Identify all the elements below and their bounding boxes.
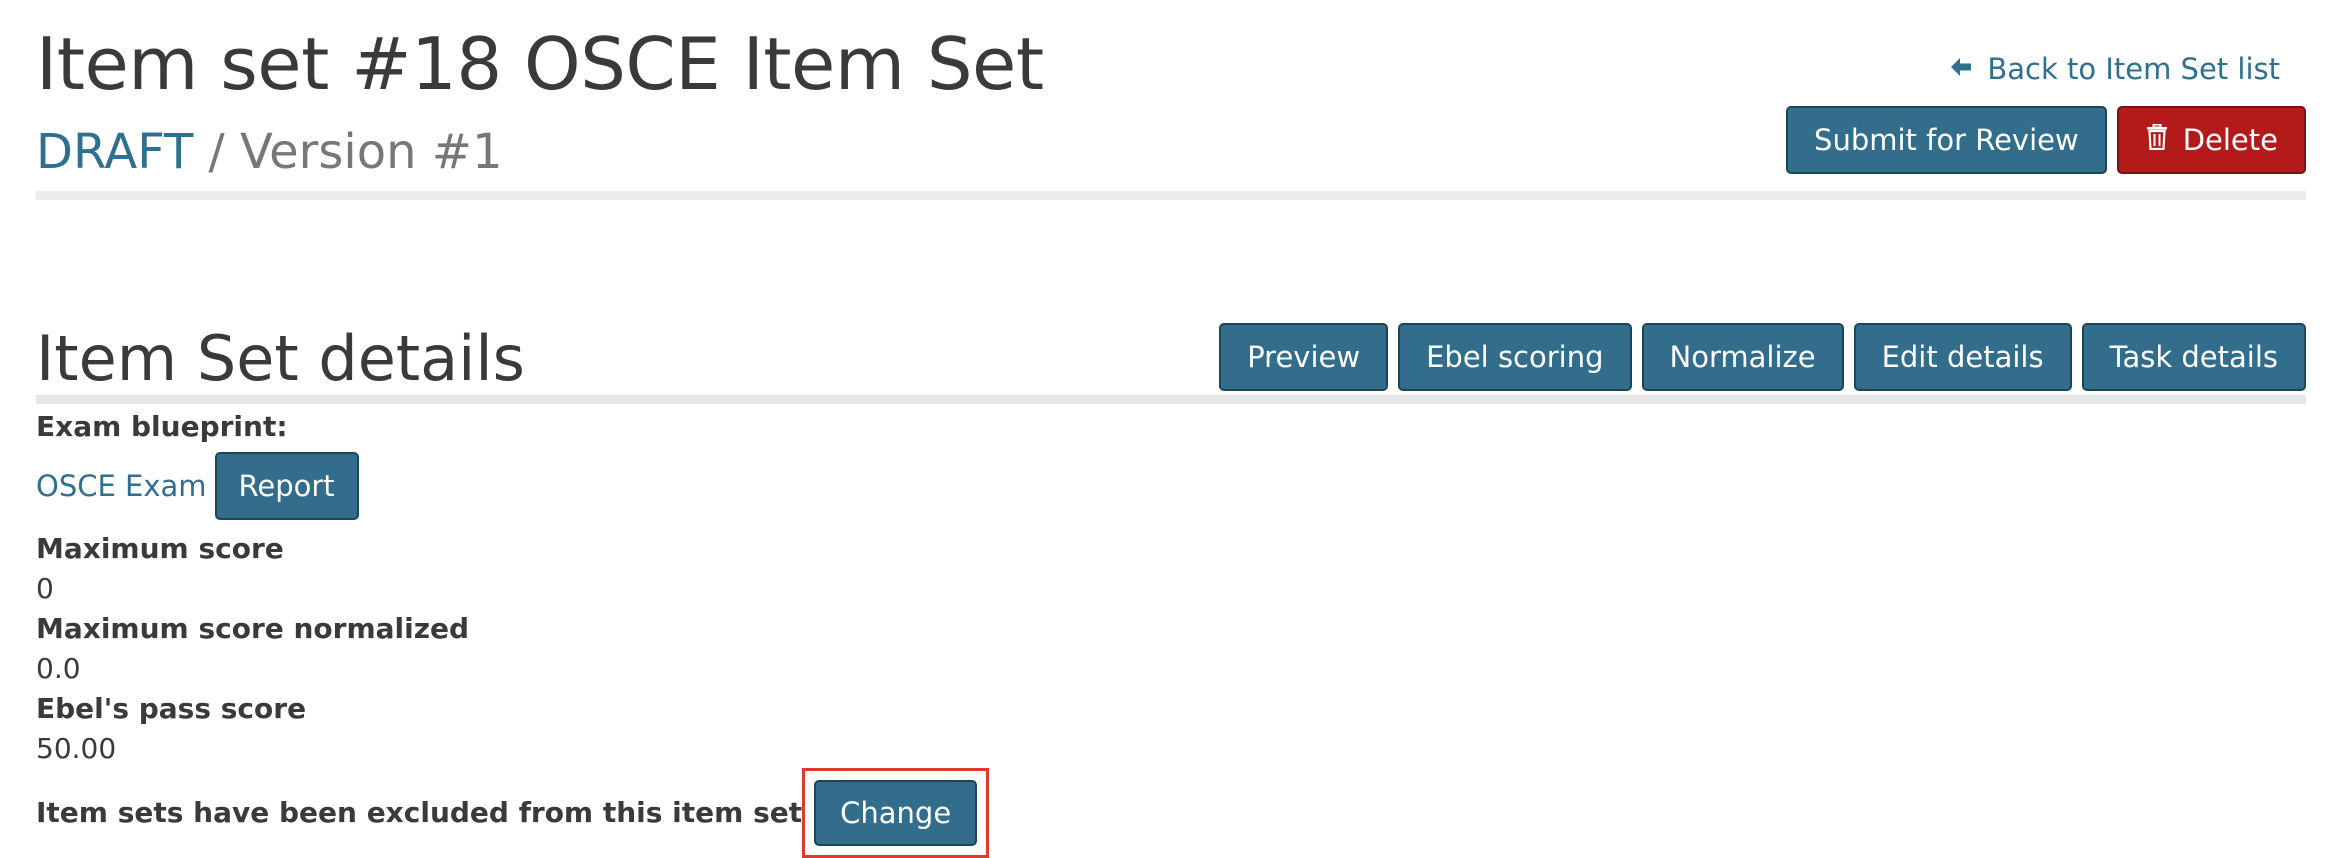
change-button-highlight: Change [802,768,990,858]
header-actions: Submit for Review Delete [1786,106,2306,174]
submit-for-review-label: Submit for Review [1814,123,2079,157]
excluded-item-sets-label: Item sets have been excluded from this i… [36,796,803,829]
max-score-value: 0 [36,572,54,605]
delete-button[interactable]: Delete [2116,106,2306,174]
exam-blueprint-label: Exam blueprint: [36,410,288,443]
section-title: Item Set details [36,322,525,395]
exam-blueprint-link[interactable]: OSCE Exam [36,469,207,503]
trash-icon [2145,123,2169,157]
item-set-details-header: Item Set details Preview Ebel scoring No… [36,318,2306,404]
ebel-pass-score-label: Ebel's pass score [36,692,307,725]
task-details-button[interactable]: Task details [2081,323,2306,391]
max-score-label: Maximum score [36,532,284,565]
back-to-list-label: Back to Item Set list [1987,52,2280,86]
edit-details-button[interactable]: Edit details [1853,323,2072,391]
page: Item set #18 OSCE Item Set DRAFT / Versi… [0,0,2342,858]
back-to-list-link[interactable]: Back to Item Set list [1949,52,2280,86]
max-score-normalized-value: 0.0 [36,652,81,685]
page-subtitle: DRAFT / Version #1 [36,124,503,180]
details-actions: Preview Ebel scoring Normalize Edit deta… [1219,323,2306,391]
page-header: Item set #18 OSCE Item Set DRAFT / Versi… [36,0,2306,200]
report-button[interactable]: Report [214,452,359,520]
exam-blueprint-row: OSCE Exam Report [36,451,1636,521]
excluded-item-sets-row: Item sets have been excluded from this i… [36,768,1636,858]
item-set-details: Exam blueprint: OSCE Exam Report Maximum… [36,407,1636,858]
ebel-scoring-button[interactable]: Ebel scoring [1398,323,1632,391]
ebel-pass-score-value: 50.00 [36,732,117,765]
status-link[interactable]: DRAFT [36,124,193,180]
delete-label: Delete [2182,123,2278,157]
max-score-normalized-label: Maximum score normalized [36,612,470,645]
page-title: Item set #18 OSCE Item Set [36,22,1044,106]
submit-for-review-button[interactable]: Submit for Review [1786,106,2107,174]
version-label: / Version #1 [193,124,503,180]
change-button[interactable]: Change [814,780,978,846]
arrow-left-icon [1949,52,1973,86]
normalize-button[interactable]: Normalize [1641,323,1844,391]
preview-button[interactable]: Preview [1219,323,1389,391]
